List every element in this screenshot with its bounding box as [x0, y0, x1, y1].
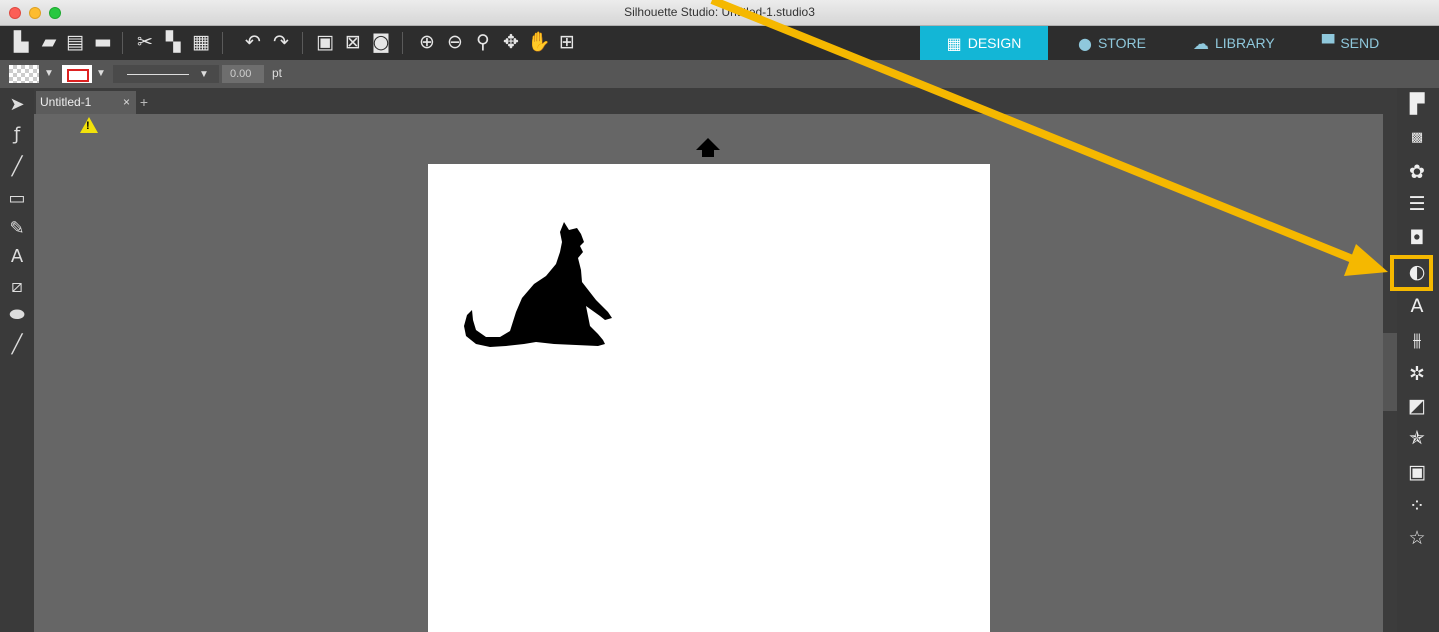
annotation-arrow — [710, 0, 1388, 276]
